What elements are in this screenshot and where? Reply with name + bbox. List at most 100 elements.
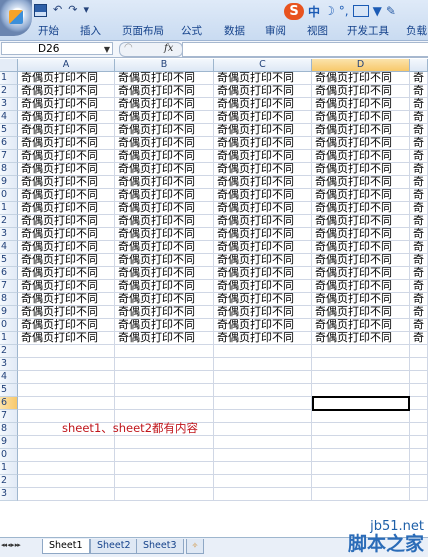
ribbon-tab[interactable]: 视图 (307, 22, 328, 40)
grid-cell[interactable]: 奇偶页打印不同 (115, 72, 214, 85)
row-header[interactable]: 5 (0, 254, 18, 267)
skin-icon[interactable]: ▼ (373, 4, 382, 18)
ime-mode-toggle[interactable]: 中 (308, 3, 320, 20)
moon-icon[interactable]: ☽ (324, 4, 335, 18)
ribbon-tab[interactable]: 页面布局 (122, 22, 164, 40)
grid-cell[interactable]: 奇偶页打印不同 (214, 332, 312, 345)
grid-cell[interactable]: 奇 (410, 280, 428, 293)
grid-cell[interactable]: 奇偶页打印不同 (18, 85, 115, 98)
grid-cell[interactable] (410, 449, 428, 462)
column-header[interactable]: A (18, 59, 115, 72)
grid-cell[interactable]: 奇 (410, 241, 428, 254)
grid-cell[interactable]: 奇 (410, 202, 428, 215)
row-header[interactable]: 3 (0, 228, 18, 241)
row-header[interactable]: 2 (0, 345, 18, 358)
grid-cell[interactable]: 奇偶页打印不同 (312, 111, 410, 124)
grid-cell[interactable]: 奇 (410, 215, 428, 228)
row-header[interactable]: 8 (0, 423, 18, 436)
row-header[interactable]: 7 (0, 280, 18, 293)
grid-cell[interactable]: 奇偶页打印不同 (214, 202, 312, 215)
grid-cell[interactable] (214, 475, 312, 488)
grid-cell[interactable]: 奇偶页打印不同 (312, 163, 410, 176)
grid-cell[interactable]: 奇 (410, 72, 428, 85)
grid-cell[interactable] (410, 345, 428, 358)
grid-cell[interactable]: 奇偶页打印不同 (18, 293, 115, 306)
insert-function-button[interactable]: fx (164, 43, 173, 54)
grid-cell[interactable]: 奇偶页打印不同 (18, 124, 115, 137)
grid-cell[interactable] (18, 371, 115, 384)
grid-cell[interactable]: 奇偶页打印不同 (115, 176, 214, 189)
grid-cell[interactable]: 奇偶页打印不同 (18, 72, 115, 85)
grid-cell[interactable] (115, 436, 214, 449)
grid-cell[interactable] (214, 462, 312, 475)
grid-cell[interactable] (115, 397, 214, 410)
row-header[interactable]: 2 (0, 215, 18, 228)
grid-cell[interactable] (214, 449, 312, 462)
grid-cell[interactable] (18, 436, 115, 449)
grid-cell[interactable]: 奇偶页打印不同 (18, 137, 115, 150)
grid-cell[interactable]: 奇偶页打印不同 (312, 241, 410, 254)
grid-cell[interactable] (18, 449, 115, 462)
row-header[interactable]: 0 (0, 189, 18, 202)
grid-cell[interactable]: 奇 (410, 163, 428, 176)
save-icon[interactable] (34, 3, 47, 17)
grid-cell[interactable]: 奇偶页打印不同 (312, 254, 410, 267)
grid-cell[interactable]: 奇 (410, 124, 428, 137)
grid-cell[interactable] (312, 488, 410, 501)
row-header[interactable]: 7 (0, 150, 18, 163)
grid-cell[interactable]: 奇偶页打印不同 (214, 111, 312, 124)
grid-cell[interactable]: 奇偶页打印不同 (312, 228, 410, 241)
column-header[interactable]: B (115, 59, 214, 72)
grid-cell[interactable]: 奇偶页打印不同 (18, 241, 115, 254)
grid-cell[interactable]: 奇偶页打印不同 (115, 124, 214, 137)
grid-cell[interactable]: 奇偶页打印不同 (214, 163, 312, 176)
ribbon-tab[interactable]: 负载 (406, 22, 427, 40)
row-header[interactable]: 2 (0, 85, 18, 98)
grid-cell[interactable]: 奇偶页打印不同 (18, 228, 115, 241)
row-header[interactable]: 4 (0, 241, 18, 254)
grid-cell[interactable]: 奇偶页打印不同 (18, 306, 115, 319)
row-header[interactable]: 4 (0, 371, 18, 384)
grid-cell[interactable]: 奇偶页打印不同 (214, 319, 312, 332)
grid-cell[interactable] (312, 345, 410, 358)
grid-cell[interactable]: 奇偶页打印不同 (115, 254, 214, 267)
grid-cell[interactable]: 奇偶页打印不同 (115, 111, 214, 124)
worksheet-grid[interactable]: A B C D 1 奇偶页打印不同 奇偶页打印不同 奇偶页打印不同 奇偶页打印不同奇 2 奇偶页打印… (0, 59, 428, 537)
grid-cell[interactable] (115, 371, 214, 384)
grid-cell[interactable] (18, 384, 115, 397)
grid-cell[interactable]: 奇偶页打印不同 (214, 137, 312, 150)
grid-cell[interactable] (115, 488, 214, 501)
grid-cell[interactable]: 奇偶页打印不同 (214, 150, 312, 163)
grid-cell[interactable] (18, 358, 115, 371)
grid-cell[interactable]: 奇偶页打印不同 (115, 150, 214, 163)
customize-toolbar-icon[interactable]: ▾ (83, 2, 89, 18)
grid-cell[interactable]: 奇偶页打印不同 (18, 150, 115, 163)
grid-cell[interactable] (214, 423, 312, 436)
grid-cell[interactable]: 奇偶页打印不同 (115, 85, 214, 98)
grid-cell[interactable]: 奇偶页打印不同 (18, 319, 115, 332)
grid-cell[interactable]: 奇偶页打印不同 (214, 306, 312, 319)
row-header[interactable]: 9 (0, 436, 18, 449)
grid-cell[interactable]: 奇 (410, 176, 428, 189)
grid-cell[interactable]: 奇偶页打印不同 (214, 215, 312, 228)
sheet-navigation-arrows[interactable]: ◂◂ ◂ ▸ ▸▸ (1, 541, 21, 549)
grid-cell[interactable]: 奇偶页打印不同 (18, 254, 115, 267)
grid-cell[interactable] (312, 358, 410, 371)
grid-cell[interactable]: 奇偶页打印不同 (214, 98, 312, 111)
sogou-ime-icon[interactable]: S (284, 2, 304, 20)
settings-wrench-icon[interactable]: ✎ (386, 4, 396, 18)
grid-cell[interactable] (214, 384, 312, 397)
row-header[interactable]: 4 (0, 111, 18, 124)
ribbon-tab[interactable]: 公式 (181, 22, 202, 40)
grid-cell[interactable]: 奇 (410, 111, 428, 124)
grid-cell[interactable] (410, 436, 428, 449)
grid-cell[interactable]: 奇偶页打印不同 (18, 215, 115, 228)
ribbon-tab[interactable]: 开发工具 (347, 22, 389, 40)
grid-cell[interactable]: 奇偶页打印不同 (115, 280, 214, 293)
grid-cell[interactable]: 奇偶页打印不同 (18, 98, 115, 111)
row-header[interactable]: 1 (0, 462, 18, 475)
grid-cell[interactable]: 奇 (410, 150, 428, 163)
grid-cell[interactable] (214, 345, 312, 358)
row-header[interactable]: 6 (0, 267, 18, 280)
grid-cell[interactable] (410, 384, 428, 397)
